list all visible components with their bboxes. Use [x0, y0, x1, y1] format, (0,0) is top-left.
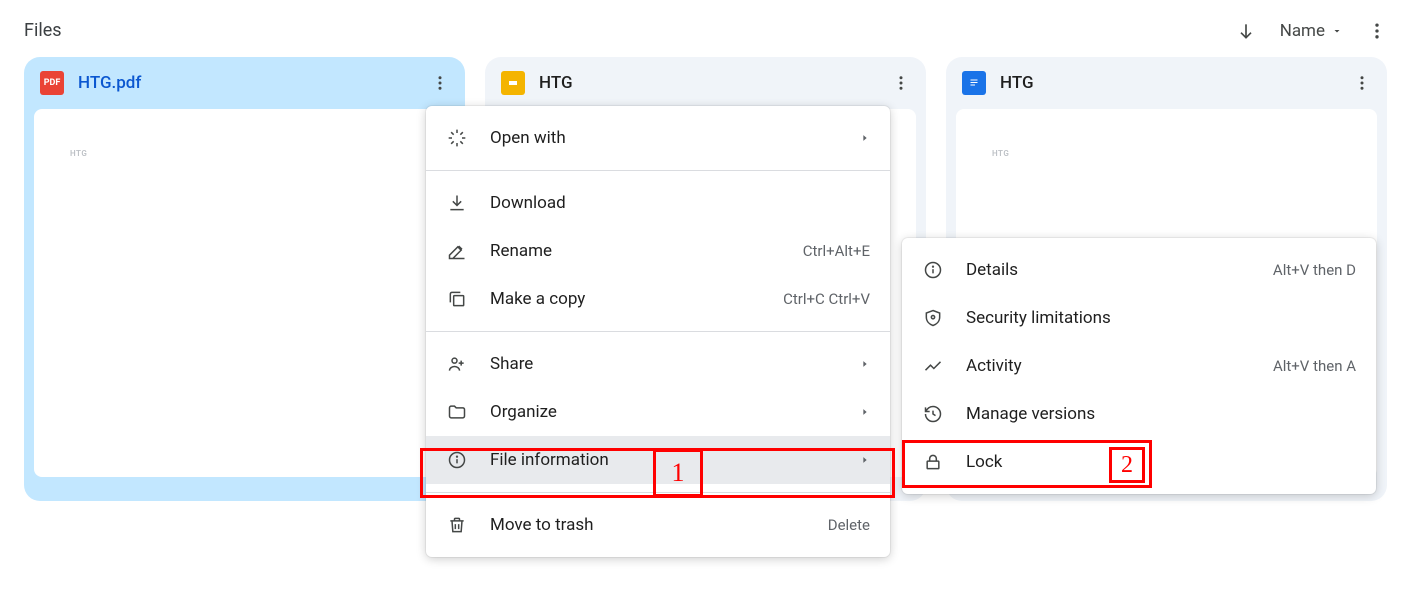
submenu-security[interactable]: Security limitations	[902, 294, 1376, 342]
rename-icon	[446, 240, 468, 262]
menu-shortcut: Delete	[828, 516, 870, 534]
more-options-button[interactable]	[1367, 21, 1387, 41]
menu-rename[interactable]: Rename Ctrl+Alt+E	[426, 227, 890, 275]
sort-direction-button[interactable]	[1236, 21, 1256, 41]
chevron-right-icon	[860, 455, 870, 465]
copy-icon	[446, 288, 468, 310]
file-name: HTG	[1000, 73, 1339, 93]
file-card[interactable]: PDF HTG.pdf HTG	[24, 57, 465, 501]
file-card-header: HTG	[485, 57, 926, 109]
sort-by-button[interactable]: Name	[1280, 21, 1343, 41]
submenu-lock[interactable]: Lock	[902, 438, 1376, 486]
menu-divider	[426, 170, 890, 171]
submenu-activity[interactable]: Activity Alt+V then A	[902, 342, 1376, 390]
menu-label: Download	[490, 193, 566, 213]
chevron-right-icon	[860, 407, 870, 417]
menu-label: Rename	[490, 241, 552, 261]
file-more-button[interactable]	[892, 74, 910, 92]
menu-share[interactable]: Share	[426, 340, 890, 388]
dropdown-icon	[1331, 25, 1343, 37]
preview-text: HTG	[992, 149, 1009, 158]
chevron-right-icon	[860, 133, 870, 143]
open-with-icon	[446, 127, 468, 149]
file-more-button[interactable]	[431, 74, 449, 92]
sort-label: Name	[1280, 21, 1325, 41]
menu-label: Security limitations	[966, 308, 1111, 328]
history-icon	[922, 403, 944, 425]
doc-icon	[962, 71, 986, 95]
menu-label: Manage versions	[966, 404, 1095, 424]
file-preview: HTG	[34, 109, 455, 477]
pdf-icon: PDF	[40, 71, 64, 95]
menu-label: Share	[490, 354, 533, 374]
file-name: HTG.pdf	[78, 73, 417, 93]
menu-shortcut: Ctrl+Alt+E	[803, 242, 870, 260]
download-icon	[446, 192, 468, 214]
folder-icon	[446, 401, 468, 423]
menu-label: Organize	[490, 402, 557, 422]
chevron-right-icon	[860, 359, 870, 369]
annotation-number-1: 1	[653, 449, 703, 497]
menu-download[interactable]: Download	[426, 179, 890, 227]
menu-move-to-trash[interactable]: Move to trash Delete	[426, 501, 890, 549]
menu-label: Activity	[966, 356, 1022, 376]
menu-label: File information	[490, 450, 609, 470]
menu-divider	[426, 331, 890, 332]
shield-icon	[922, 307, 944, 329]
info-icon	[446, 449, 468, 471]
file-name: HTG	[539, 73, 878, 93]
lock-icon	[922, 451, 944, 473]
slides-icon	[501, 71, 525, 95]
menu-open-with[interactable]: Open with	[426, 114, 890, 162]
file-more-button[interactable]	[1353, 74, 1371, 92]
submenu-manage-versions[interactable]: Manage versions	[902, 390, 1376, 438]
menu-label: Move to trash	[490, 515, 593, 535]
info-icon	[922, 259, 944, 281]
menu-shortcut: Ctrl+C Ctrl+V	[783, 290, 870, 308]
menu-label: Details	[966, 260, 1018, 280]
preview-text: HTG	[70, 149, 87, 158]
file-card-header: PDF HTG.pdf	[24, 57, 465, 109]
menu-organize[interactable]: Organize	[426, 388, 890, 436]
header-actions: Name	[1236, 21, 1387, 41]
menu-label: Make a copy	[490, 289, 585, 309]
menu-label: Open with	[490, 128, 566, 148]
trash-icon	[446, 514, 468, 536]
menu-shortcut: Alt+V then A	[1273, 357, 1356, 375]
activity-icon	[922, 355, 944, 377]
share-icon	[446, 353, 468, 375]
menu-label: Lock	[966, 452, 1002, 472]
file-card-header: HTG	[946, 57, 1387, 109]
menu-shortcut: Alt+V then D	[1273, 261, 1356, 279]
menu-make-copy[interactable]: Make a copy Ctrl+C Ctrl+V	[426, 275, 890, 323]
submenu-details[interactable]: Details Alt+V then D	[902, 246, 1376, 294]
files-header: Files Name	[0, 0, 1411, 57]
files-title: Files	[24, 20, 62, 41]
file-info-submenu: Details Alt+V then D Security limitation…	[902, 238, 1376, 494]
